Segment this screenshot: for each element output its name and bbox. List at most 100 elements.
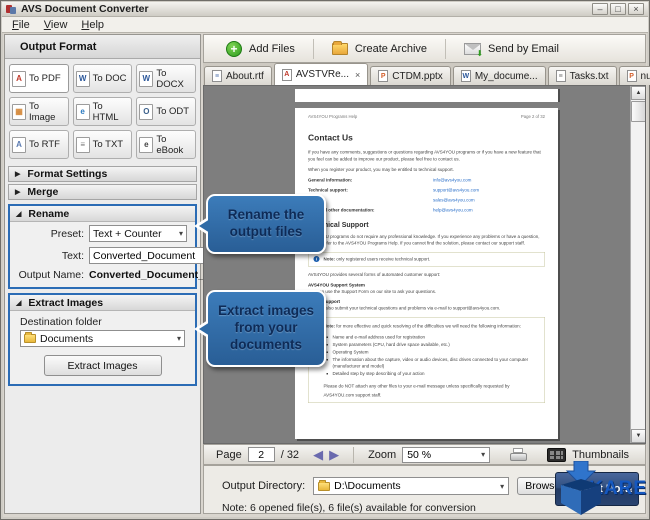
pdf-file-icon: A <box>281 68 292 81</box>
format-to-html-button[interactable]: e To HTML <box>72 97 133 126</box>
add-files-icon: + <box>226 40 242 57</box>
section-merge[interactable]: ▶ Merge <box>8 184 197 200</box>
previous-page-icon[interactable]: ◀ <box>313 448 323 461</box>
divider <box>353 446 355 463</box>
info-icon: i <box>313 255 320 262</box>
ppt-file-icon: P <box>378 70 389 82</box>
thumbnails-icon[interactable] <box>547 447 567 462</box>
previous-page-edge <box>295 89 558 102</box>
doc-header-right: Page 2 of 32 <box>520 114 545 119</box>
send-by-email-button[interactable]: Send by Email <box>452 37 571 61</box>
titlebar: AVS Document Converter – □ × <box>2 2 648 17</box>
convert-now-button[interactable]: Convert Now! <box>555 472 639 506</box>
app-window: AVS Document Converter – □ × File View H… <box>0 0 650 520</box>
email-link[interactable]: help@avs4you.com <box>433 207 473 212</box>
note-box: i Note: only registered users receive te… <box>308 251 545 267</box>
format-to-txt-button[interactable]: ≡ To TXT <box>72 130 133 159</box>
page-number-input[interactable] <box>247 447 275 462</box>
ebook-icon: e <box>139 136 154 153</box>
pdf-icon: A <box>12 70 26 87</box>
zoom-label: Zoom <box>368 448 397 461</box>
preview-scrollbar[interactable]: ▲ ▼ <box>630 86 645 443</box>
text-label: Text: <box>61 249 84 262</box>
scroll-down-icon[interactable]: ▼ <box>631 429 645 443</box>
menu-file[interactable]: File <box>5 19 37 31</box>
rename-section: ◢ Rename Preset: Text + Counter ▾ Text: … <box>8 204 232 289</box>
tab-avstvre-pdf[interactable]: A AVSTVRe... × <box>273 63 369 85</box>
email-link[interactable]: support@avs4you.com <box>433 187 479 192</box>
scroll-up-icon[interactable]: ▲ <box>631 86 645 100</box>
close-button[interactable]: × <box>628 3 644 15</box>
tab-tasks-txt[interactable]: ≡ Tasks.txt <box>547 66 617 85</box>
format-to-doc-button[interactable]: W To DOC <box>72 64 133 93</box>
scrollbar-thumb[interactable] <box>631 101 645 122</box>
section-rename[interactable]: ◢ Rename <box>10 206 195 222</box>
folder-icon <box>24 332 36 343</box>
next-page-icon[interactable]: ▶ <box>329 448 339 461</box>
add-files-button[interactable]: + Add Files <box>214 37 307 61</box>
section-extract-images[interactable]: ◢ Extract Images <box>10 295 195 311</box>
preset-select[interactable]: Text + Counter ▾ <box>89 225 187 242</box>
page-navigation-bar: Page / 32 ◀ ▶ Zoom 50 % ▾ Thumbnails <box>203 444 646 465</box>
create-archive-button[interactable]: Create Archive <box>320 37 439 61</box>
format-to-docx-button[interactable]: W To DOCX <box>136 64 196 93</box>
email-icon <box>464 42 483 58</box>
tab-numbering-ppt[interactable]: P numbering.ppt <box>618 66 650 85</box>
chevron-right-icon: ▶ <box>15 171 21 178</box>
format-to-pdf-button[interactable]: A To PDF <box>9 64 69 93</box>
html-icon: e <box>75 103 90 120</box>
tab-close-icon[interactable]: × <box>355 70 360 80</box>
output-format-header: Output Format <box>5 35 200 59</box>
output-directory-select[interactable]: D:\Documents ▾ <box>313 477 510 495</box>
requirements-list: Name and e-mail address used for registr… <box>333 334 540 377</box>
minimize-button[interactable]: – <box>592 3 608 15</box>
chevron-right-icon: ▶ <box>15 189 21 196</box>
doc-paragraph: You can also submit your technical quest… <box>308 305 501 311</box>
thumbnails-label[interactable]: Thumbnails <box>572 449 629 461</box>
callout-extract: Extract images from your documents <box>194 290 326 367</box>
email-support-title: E-mail Support <box>308 299 341 304</box>
menu-help[interactable]: Help <box>74 19 111 31</box>
doc-paragraph: You can use the Support Form on our site… <box>308 288 437 294</box>
doc-paragraph: Please do NOT attach any other files to … <box>323 383 510 398</box>
menubar: File View Help <box>2 17 648 33</box>
email-link[interactable]: sales@avs4you.com <box>433 197 475 202</box>
extract-images-section: ◢ Extract Images Destination folder Docu… <box>8 293 197 386</box>
preset-label: Preset: <box>50 227 84 240</box>
destination-folder-label: Destination folder <box>20 316 102 328</box>
app-icon <box>6 4 17 15</box>
maximize-button[interactable]: □ <box>610 3 626 15</box>
format-to-rtf-button[interactable]: A To RTF <box>9 130 69 159</box>
document-preview: AVS4YOU Programs Help Page 2 of 32 Conta… <box>203 85 646 444</box>
extract-images-button[interactable]: Extract Images <box>43 355 162 376</box>
format-to-image-button[interactable]: ▦ To Image <box>9 97 69 126</box>
doc-header-left: AVS4YOU Programs Help <box>308 114 358 119</box>
callout-rename: Rename the output files <box>194 194 326 254</box>
tab-ctdm-pptx[interactable]: P CTDM.pptx <box>370 66 451 85</box>
tab-about-rtf[interactable]: ≡ About.rtf <box>204 66 272 85</box>
odt-icon: O <box>139 103 154 120</box>
zoom-select[interactable]: 50 % ▾ <box>402 446 491 463</box>
format-to-ebook-button[interactable]: e To eBook <box>136 130 196 159</box>
doc-icon: W <box>75 70 90 87</box>
output-name-label: Output Name: <box>18 269 84 281</box>
tab-my-docume[interactable]: W My_docume... <box>452 66 546 85</box>
toolbar-divider <box>445 38 447 59</box>
docx-icon: W <box>139 70 154 87</box>
txt-file-icon: ≡ <box>555 70 566 82</box>
menu-view[interactable]: View <box>37 19 75 31</box>
chevron-expanded-icon: ◢ <box>16 299 22 307</box>
rtf-file-icon: ≡ <box>212 70 222 82</box>
bottom-bar: Output Directory: D:\Documents ▾ Browse.… <box>203 465 646 514</box>
print-icon[interactable] <box>510 448 528 461</box>
document-page: AVS4YOU Programs Help Page 2 of 32 Conta… <box>295 108 558 439</box>
section-format-settings[interactable]: ▶ Format Settings <box>8 166 197 182</box>
toolbar-divider <box>312 38 314 59</box>
destination-folder-select[interactable]: Documents ▾ <box>20 330 185 347</box>
output-name-value: Converted_Document_001 <box>89 269 222 281</box>
document-tabbar: ≡ About.rtf A AVSTVRe... × P CTDM.pptx W… <box>203 63 650 85</box>
email-link[interactable]: info@avs4you.com <box>433 177 471 182</box>
format-to-odt-button[interactable]: O To ODT <box>136 97 196 126</box>
page-total: / 32 <box>280 448 300 461</box>
doc-file-icon: W <box>460 70 471 82</box>
